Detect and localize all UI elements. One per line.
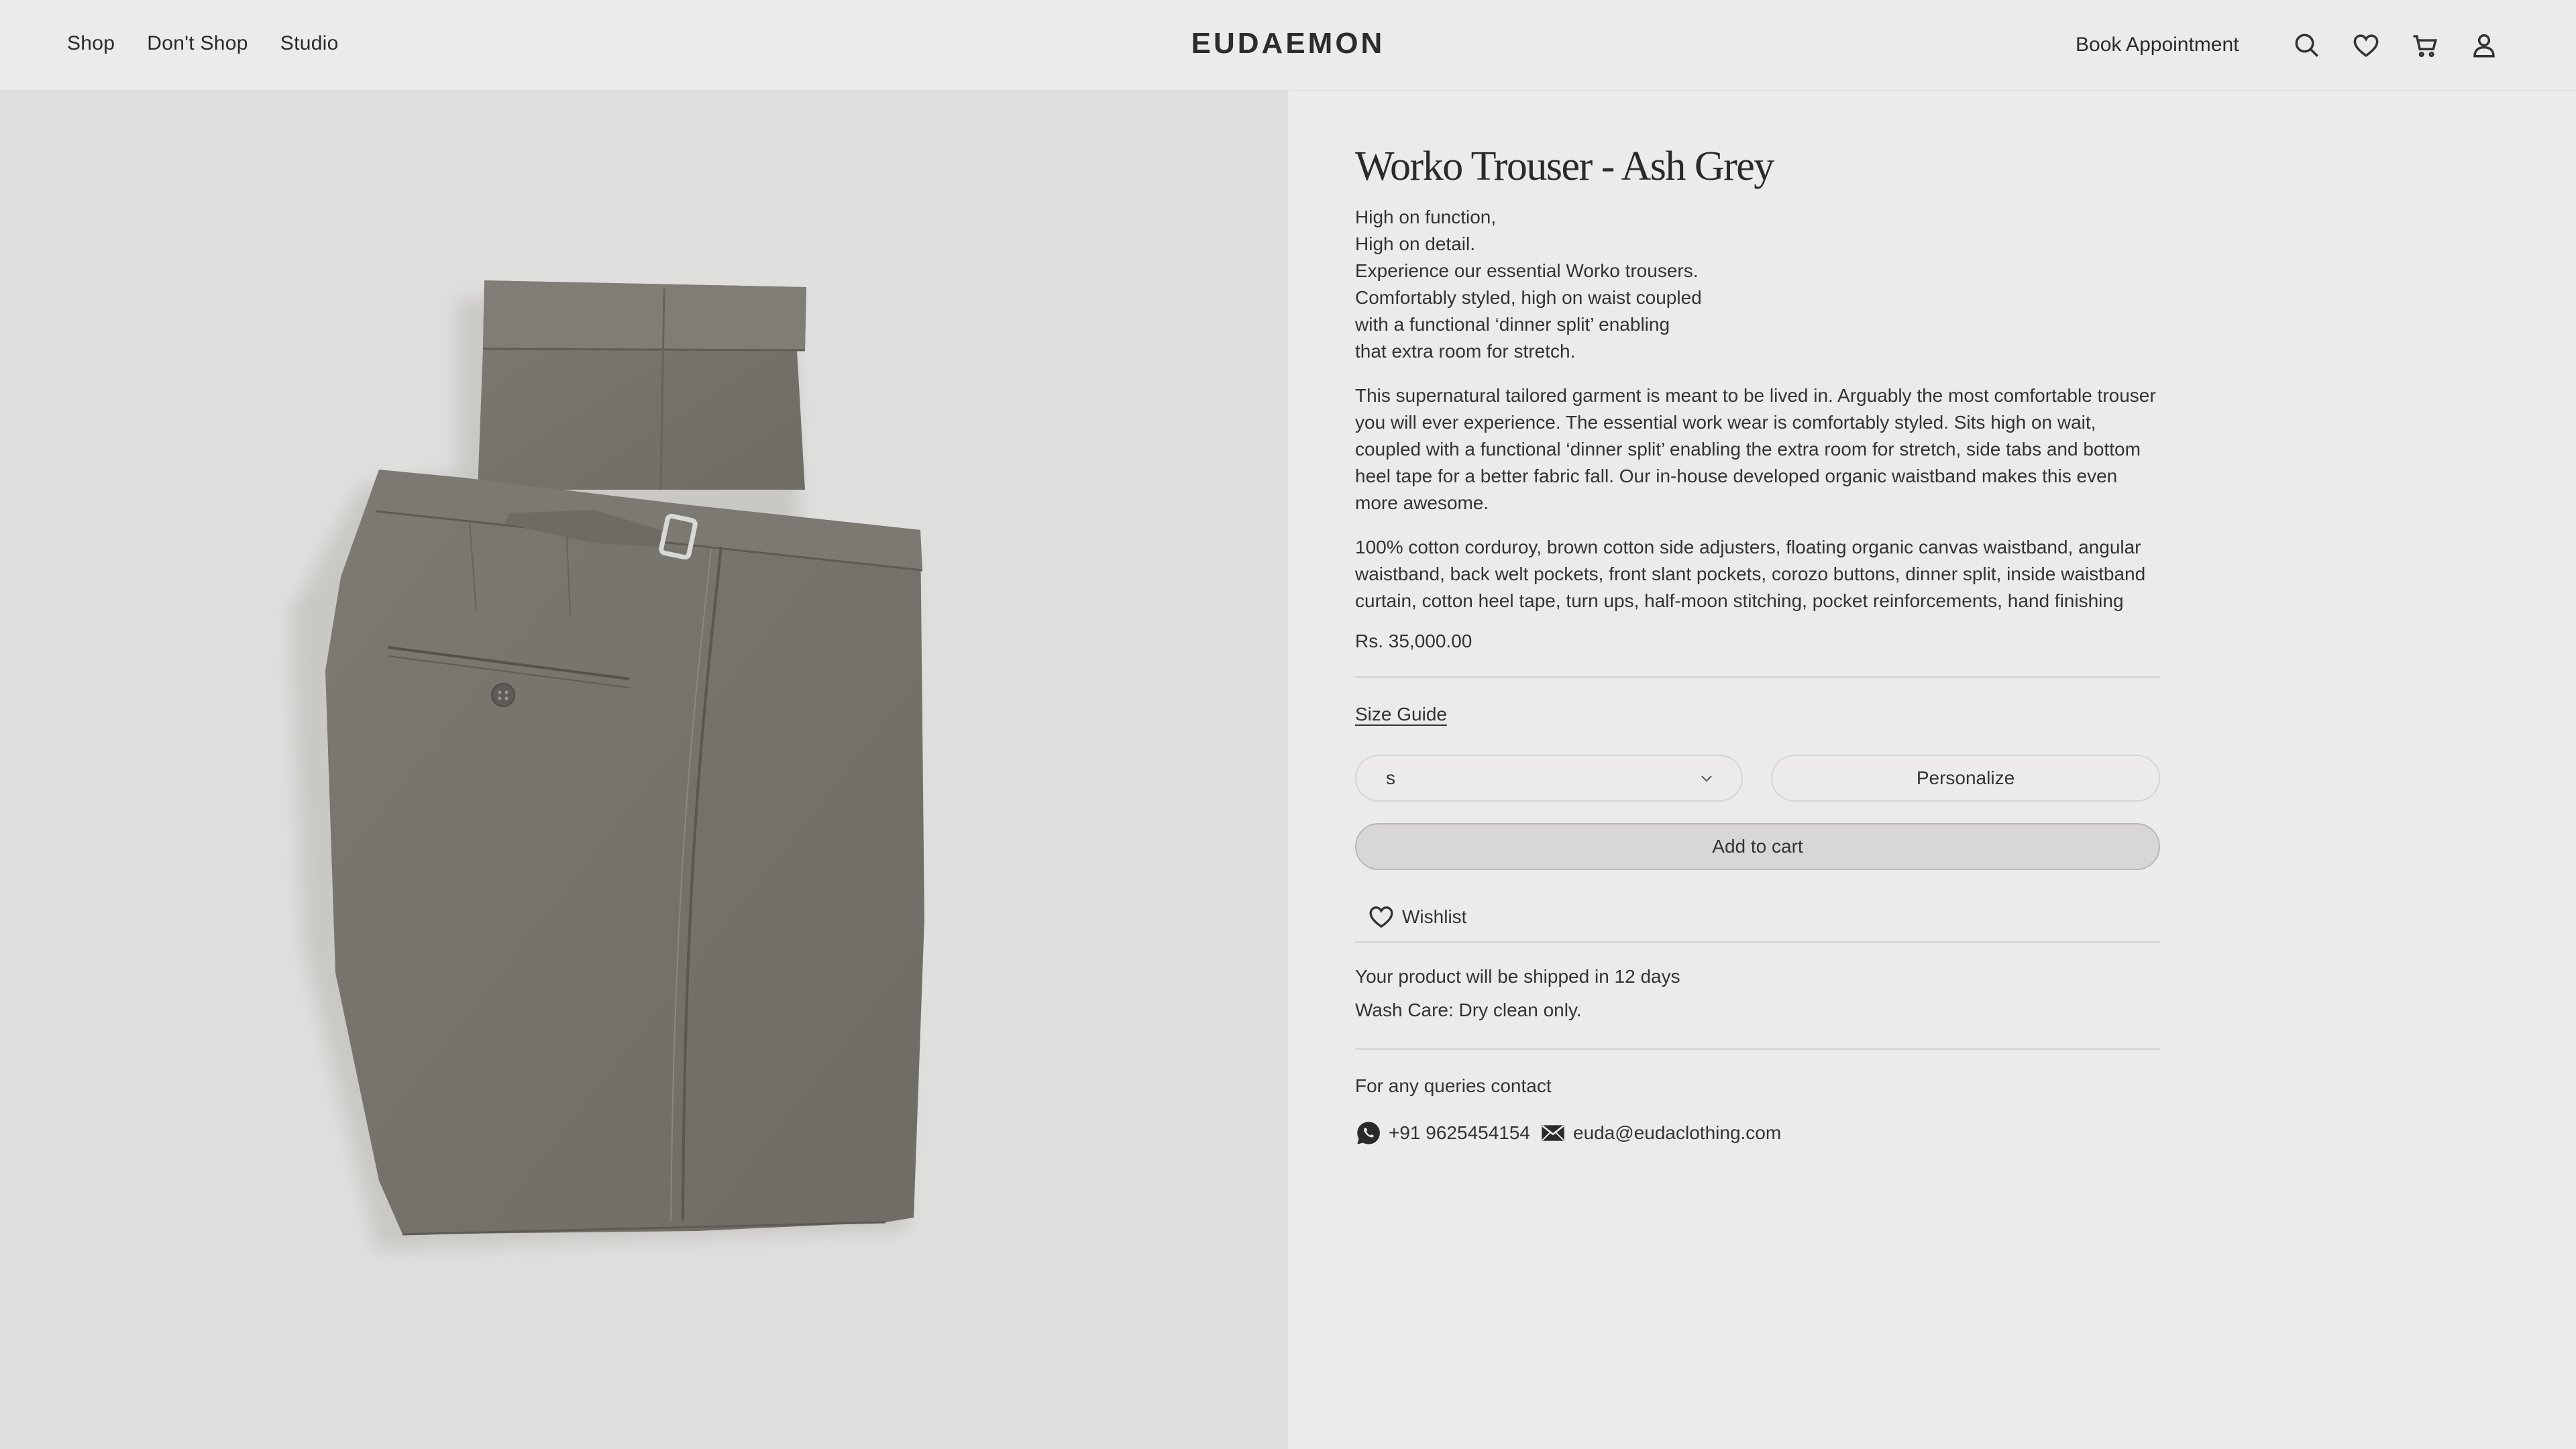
- product-tagline: High on function, High on detail. Experi…: [1355, 204, 2160, 365]
- cart-icon[interactable]: [2408, 28, 2443, 63]
- wishlist-button[interactable]: Wishlist: [1355, 904, 2160, 930]
- personalize-button[interactable]: Personalize: [1771, 755, 2160, 802]
- contact-row: +91 9625454154 euda@eudaclothing.com: [1355, 1120, 2160, 1146]
- product-details: 100% cotton corduroy, brown cotton side …: [1355, 537, 2146, 611]
- tagline-line: that extra room for stretch.: [1355, 341, 1576, 362]
- tagline-line: with a functional ‘dinner split’ enablin…: [1355, 314, 1670, 335]
- divider: [1355, 676, 2160, 678]
- size-select[interactable]: s: [1355, 755, 1743, 802]
- shipping-info: Your product will be shipped in 12 days: [1355, 966, 1680, 987]
- tagline-line: Experience our essential Worko trousers.: [1355, 260, 1699, 281]
- product-description: This supernatural tailored garment is me…: [1355, 385, 2156, 513]
- whatsapp-icon: [1357, 1122, 1380, 1144]
- site-header: Shop Don't Shop Studio EUDAEMON Book App…: [0, 0, 2576, 91]
- product-title: Worko Trouser - Ash Grey: [1355, 144, 1774, 189]
- book-appointment-link[interactable]: Book Appointment: [2076, 34, 2239, 56]
- user-icon[interactable]: [2467, 28, 2502, 63]
- divider: [1355, 941, 2160, 943]
- nav-studio-link[interactable]: Studio: [280, 32, 339, 55]
- divider: [1355, 1048, 2160, 1050]
- size-guide-link[interactable]: Size Guide: [1355, 704, 1447, 725]
- heart-icon: [1369, 906, 1393, 928]
- tagline-line: High on detail.: [1355, 233, 1476, 254]
- size-select-value: s: [1386, 767, 1395, 788]
- contact-phone[interactable]: +91 9625454154: [1389, 1122, 1530, 1144]
- product-image-trouser[interactable]: [0, 91, 1288, 1449]
- mail-icon: [1542, 1125, 1564, 1141]
- main-nav: Shop Don't Shop Studio: [67, 32, 339, 55]
- brand-logo[interactable]: EUDAEMON: [1191, 27, 1385, 60]
- wash-care: Wash Care: Dry clean only.: [1355, 1000, 1582, 1020]
- search-icon[interactable]: [2290, 28, 2324, 63]
- add-to-cart-button[interactable]: Add to cart: [1355, 823, 2160, 870]
- heart-icon[interactable]: [2349, 28, 2383, 63]
- chevron-down-icon: [1701, 775, 1712, 782]
- tagline-line: High on function,: [1355, 207, 1497, 227]
- contact-email[interactable]: euda@eudaclothing.com: [1573, 1122, 1781, 1144]
- nav-shop-link[interactable]: Shop: [67, 32, 115, 55]
- product-image-panel: [0, 91, 1288, 1449]
- nav-dont-shop-link[interactable]: Don't Shop: [147, 32, 248, 55]
- wishlist-label: Wishlist: [1402, 906, 1467, 927]
- product-info: Worko Trouser - Ash Grey High on functio…: [1355, 142, 2160, 1146]
- product-price: Rs. 35,000.00: [1355, 631, 1472, 651]
- queries-label: For any queries contact: [1355, 1075, 1552, 1096]
- tagline-line: Comfortably styled, high on waist couple…: [1355, 287, 1702, 308]
